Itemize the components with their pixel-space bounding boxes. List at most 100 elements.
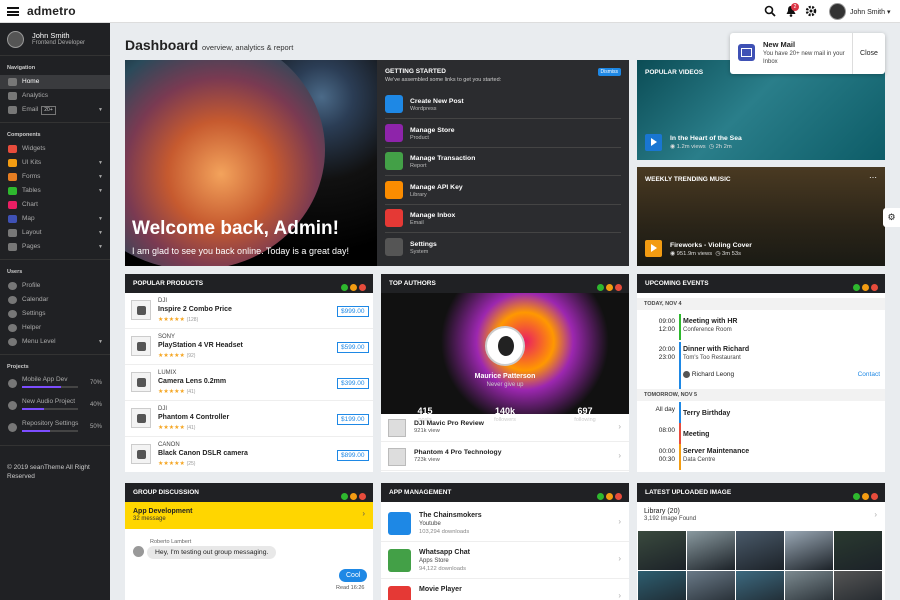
product-row[interactable]: LUMIX Camera Lens 0.2mm ★★★★★ (41) $399.00	[125, 365, 373, 401]
app-row[interactable]: Movie Player ›	[381, 579, 629, 600]
dismiss-button[interactable]: Dismiss	[597, 68, 621, 76]
expand-icon[interactable]	[853, 493, 860, 500]
reload-icon[interactable]	[606, 493, 613, 500]
price-button[interactable]: $199.00	[337, 414, 369, 425]
gallery-thumbnail[interactable]	[736, 571, 784, 600]
event-item[interactable]: 09:00 12:00 Meeting with HR Conference Room	[637, 314, 885, 342]
expand-icon[interactable]	[341, 284, 348, 291]
gallery-thumbnail[interactable]	[687, 571, 735, 600]
gallery-thumbnail[interactable]	[736, 531, 784, 570]
remove-icon[interactable]	[615, 284, 622, 291]
video-title[interactable]: In the Heart of the Sea	[670, 135, 742, 142]
sidebar-item-chart[interactable]: Chart	[0, 198, 110, 212]
sidebar-item-helper[interactable]: Helper	[0, 321, 110, 335]
sidebar-item-map[interactable]: Map ▼	[0, 212, 110, 226]
remove-icon[interactable]	[359, 493, 366, 500]
remove-icon[interactable]	[359, 284, 366, 291]
sidebar-item-calendar[interactable]: Calendar	[0, 293, 110, 307]
remove-icon[interactable]	[871, 284, 878, 291]
library-title[interactable]: Library (20)	[644, 508, 680, 515]
close-button[interactable]: Close	[852, 33, 885, 74]
author-post-row[interactable]: Phantom 4 Pro Technology 723k view ›	[381, 443, 629, 471]
remove-icon[interactable]	[871, 493, 878, 500]
sidebar-item-pages[interactable]: Pages ▼	[0, 240, 110, 254]
getting-started-item[interactable]: Manage API Key Library	[385, 177, 621, 205]
reload-icon[interactable]	[350, 284, 357, 291]
expand-icon[interactable]	[597, 284, 604, 291]
event-item[interactable]: 20:00 23:00 Dinner with Richard Tom's Too R…	[637, 342, 885, 390]
gallery-thumbnail[interactable]	[834, 571, 882, 600]
sidebar-item-widgets[interactable]: Widgets	[0, 142, 110, 156]
sidebar-item-home[interactable]: Home	[0, 75, 110, 89]
channel-item[interactable]: App Development 32 message ›	[125, 502, 373, 529]
getting-started-item[interactable]: Manage Transaction Report	[385, 148, 621, 176]
project-progress	[22, 408, 78, 410]
avatar[interactable]	[829, 3, 846, 20]
music-icon[interactable]	[645, 240, 662, 257]
theme-settings-gear-icon[interactable]: ⚙	[883, 208, 900, 227]
app-row[interactable]: The Chainsmokers Youtube 103,294 downloads…	[381, 505, 629, 542]
more-icon[interactable]: ⋯	[869, 173, 877, 182]
project-item[interactable]: Repository Settings 50%	[0, 418, 110, 440]
app-logo[interactable]: admetro	[27, 4, 76, 18]
price-button[interactable]: $599.00	[337, 342, 369, 353]
sidebar-item-tables[interactable]: Tables ▼	[0, 184, 110, 198]
event-person: Richard Leong	[683, 371, 734, 378]
play-icon[interactable]	[645, 134, 662, 151]
getting-started-item[interactable]: Manage Store Product	[385, 120, 621, 148]
reload-icon[interactable]	[350, 493, 357, 500]
popular-videos-card[interactable]: POPULAR VIDEOS In the Heart of the Sea ◉…	[637, 60, 885, 160]
product-row[interactable]: SONY PlayStation 4 VR Headset ★★★★★ (92) $5…	[125, 329, 373, 365]
menu-toggle-icon[interactable]	[7, 7, 19, 16]
reload-icon[interactable]	[862, 284, 869, 291]
gallery-thumbnail[interactable]	[687, 531, 735, 570]
chevron-right-icon[interactable]: ›	[874, 510, 877, 519]
price-button[interactable]: $399.00	[337, 378, 369, 389]
getting-started-item[interactable]: Create New Post Wordpress	[385, 91, 621, 119]
mail-notification: New Mail You have 20+ new mail in your I…	[730, 33, 885, 74]
product-row[interactable]: DJI Phantom 4 Controller ★★★★★ (41) $199.00	[125, 401, 373, 437]
author-avatar[interactable]	[485, 326, 525, 366]
reload-icon[interactable]	[606, 284, 613, 291]
project-item[interactable]: Mobile App Dev 70%	[0, 374, 110, 396]
sidebar-item-menu-level[interactable]: Menu Level ▼	[0, 335, 110, 349]
user-menu[interactable]: John Smith ▾	[850, 8, 891, 16]
event-item[interactable]: 00:00 00:30 Server Maintenance Data Centre	[637, 444, 885, 472]
track-title[interactable]: Fireworks - Violing Cover	[670, 242, 752, 249]
product-row[interactable]: DJI Inspire 2 Combo Price ★★★★★ (128) $999.…	[125, 293, 373, 329]
expand-icon[interactable]	[597, 493, 604, 500]
gallery-thumbnail[interactable]	[785, 571, 833, 600]
trending-music-card[interactable]: WEEKLY TRENDING MUSIC ⋯ Fireworks - Viol…	[637, 167, 885, 266]
price-button[interactable]: $999.00	[337, 306, 369, 317]
sidebar-item-forms[interactable]: Forms ▼	[0, 170, 110, 184]
project-item[interactable]: New Audio Project 40%	[0, 396, 110, 418]
sidebar-item-email[interactable]: Email 20+ ▼	[0, 103, 110, 117]
getting-started-item[interactable]: Manage Inbox Email	[385, 205, 621, 233]
sidebar-item-label: Calendar	[22, 296, 49, 303]
progress-fill	[22, 386, 62, 388]
app-row[interactable]: Whatsapp Chat Apps Store 94,122 downloads ›	[381, 542, 629, 579]
contact-link[interactable]: Contact	[858, 371, 880, 378]
reload-icon[interactable]	[862, 493, 869, 500]
gallery-thumbnail[interactable]	[638, 571, 686, 600]
sidebar-item-settings[interactable]: Settings	[0, 307, 110, 321]
sidebar-item-profile[interactable]: Profile	[0, 279, 110, 293]
track-meta: ◉ 951.9m views ◷ 3m 53s	[670, 251, 742, 257]
search-icon[interactable]	[764, 5, 776, 17]
author-post-row[interactable]: DJI Mavic Pro Review 921k view ›	[381, 414, 629, 442]
gallery-thumbnail[interactable]	[834, 531, 882, 570]
sidebar-item-analytics[interactable]: Analytics	[0, 89, 110, 103]
sidebar-profile[interactable]: John Smith Frontend Developer	[0, 23, 110, 56]
getting-started-item[interactable]: Settings System	[385, 234, 621, 262]
sidebar-item-ui-kits[interactable]: UI Kits ▼	[0, 156, 110, 170]
product-row[interactable]: CANON Black Canon DSLR camera ★★★★★ (25) $8…	[125, 437, 373, 472]
sidebar-item-layout[interactable]: Layout ▼	[0, 226, 110, 240]
gear-icon[interactable]	[805, 5, 817, 17]
gallery-thumbnail[interactable]	[638, 531, 686, 570]
author-name[interactable]: Maurice Patterson	[381, 373, 629, 380]
price-button[interactable]: $899.00	[337, 450, 369, 461]
expand-icon[interactable]	[341, 493, 348, 500]
remove-icon[interactable]	[615, 493, 622, 500]
gallery-thumbnail[interactable]	[785, 531, 833, 570]
expand-icon[interactable]	[853, 284, 860, 291]
